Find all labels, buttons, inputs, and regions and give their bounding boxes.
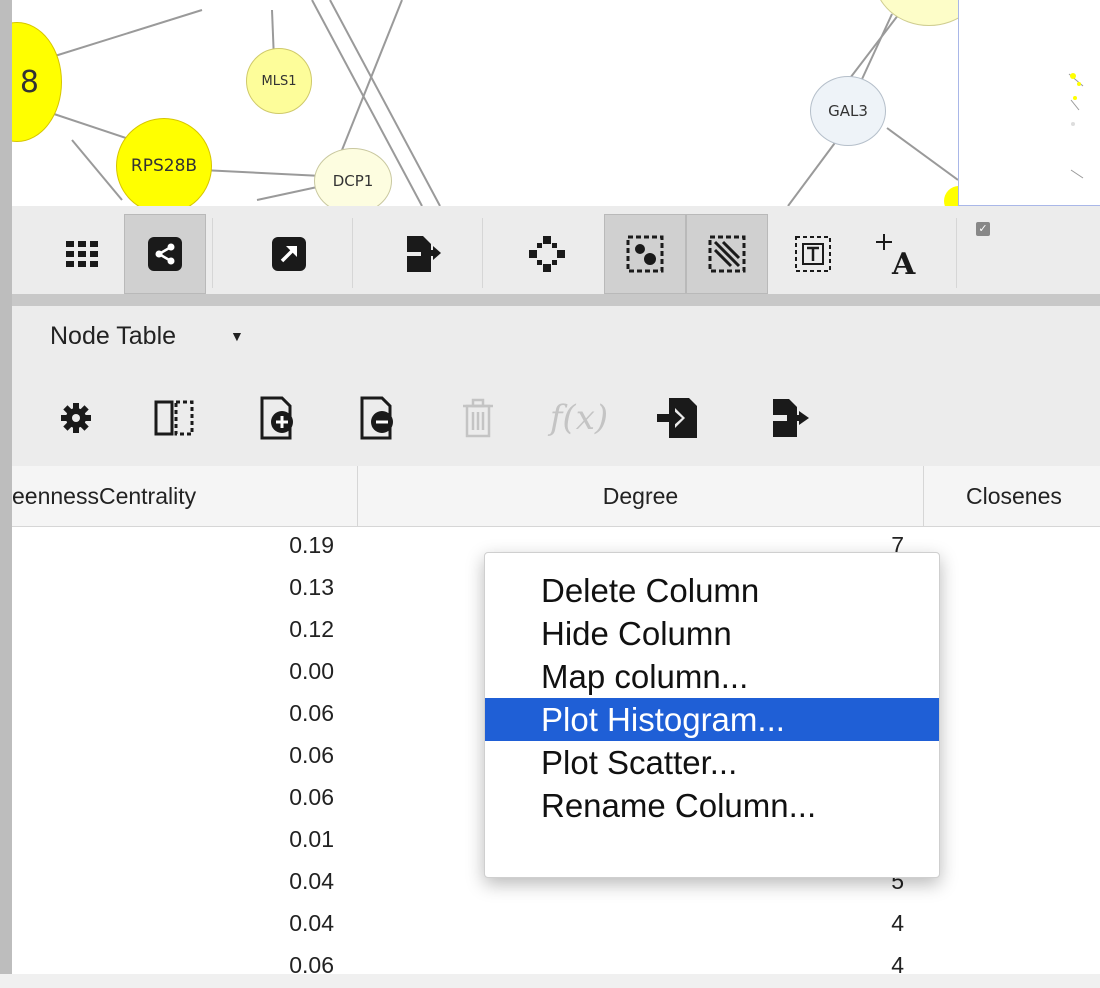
column-header-degree[interactable]: Degree	[358, 466, 924, 526]
network-node[interactable]: MLS1	[246, 48, 312, 114]
table-selector[interactable]: Node Table ▼	[12, 306, 1100, 367]
select-edges-icon	[708, 235, 746, 273]
column-header-closeness[interactable]: Closenes	[924, 466, 1100, 526]
export-table-button[interactable]	[764, 392, 816, 444]
overview-checkbox[interactable]: ✓	[976, 222, 990, 236]
move-text-button[interactable]: A	[856, 214, 938, 294]
column-header-betweenness[interactable]: eennessCentrality	[12, 466, 358, 526]
import-table-button[interactable]	[652, 392, 704, 444]
function-icon: f(x)	[549, 398, 609, 438]
toolbar-separator	[956, 218, 957, 288]
gear-icon	[61, 403, 91, 433]
toolbar-separator	[482, 218, 483, 288]
column-context-menu: Delete Column Hide Column Map column... …	[484, 552, 940, 878]
select-nodes-button[interactable]	[604, 214, 686, 294]
menu-item-rename-column[interactable]: Rename Column...	[485, 784, 939, 827]
layout-button[interactable]	[506, 214, 588, 294]
open-external-icon	[272, 237, 306, 271]
export-icon	[773, 399, 809, 437]
table-header: eennessCentrality Degree Closenes	[12, 466, 1100, 527]
panel-divider[interactable]	[12, 294, 1100, 306]
diamond-layout-icon	[529, 236, 565, 272]
annotation-text-icon	[795, 236, 831, 272]
open-external-button[interactable]	[248, 214, 330, 294]
remove-column-icon	[360, 396, 393, 440]
chevron-down-icon: ▼	[230, 328, 244, 344]
show-columns-button[interactable]	[148, 392, 200, 444]
toolbar-separator	[212, 218, 213, 288]
network-node[interactable]: DCP1	[314, 148, 392, 206]
move-text-icon: A	[876, 234, 916, 276]
table-toolbar: f(x)	[12, 366, 1100, 467]
share-network-button[interactable]	[124, 214, 206, 294]
add-column-icon	[260, 396, 293, 440]
network-node[interactable]: GAL3	[810, 76, 886, 146]
network-toolbar: A	[12, 206, 1100, 295]
grid-button[interactable]	[42, 214, 124, 294]
table-row[interactable]: 0.06 4	[12, 946, 1100, 988]
table-title: Node Table	[50, 322, 177, 350]
annotation-text-button[interactable]	[772, 214, 854, 294]
grid-icon	[66, 241, 98, 267]
select-nodes-icon	[626, 235, 664, 273]
menu-item-map-column[interactable]: Map column...	[485, 655, 939, 698]
select-edges-button[interactable]	[686, 214, 768, 294]
function-builder-button[interactable]: f(x)	[534, 392, 624, 444]
network-canvas[interactable]: 8 MLS1 RPS28B DCP1 GAL3	[12, 0, 958, 206]
network-overview-panel[interactable]	[958, 0, 1100, 206]
trash-icon	[463, 398, 493, 438]
export-icon	[407, 236, 441, 272]
share-network-icon	[148, 237, 182, 271]
overview-thumbnail	[1068, 73, 1084, 179]
add-column-button[interactable]	[252, 392, 304, 444]
remove-column-button[interactable]	[352, 392, 404, 444]
export-network-button[interactable]	[382, 214, 464, 294]
svg-text:A: A	[891, 247, 916, 276]
settings-button[interactable]	[50, 392, 102, 444]
menu-item-plot-scatter[interactable]: Plot Scatter...	[485, 741, 939, 784]
network-node[interactable]: RPS28B	[116, 118, 212, 206]
table-row[interactable]: 0.04 4	[12, 904, 1100, 946]
menu-item-hide-column[interactable]: Hide Column	[485, 612, 939, 655]
menu-item-plot-histogram[interactable]: Plot Histogram...	[485, 698, 939, 741]
columns-icon	[154, 400, 194, 436]
toolbar-separator	[352, 218, 353, 288]
import-icon	[657, 398, 697, 438]
delete-rows-button[interactable]	[452, 392, 504, 444]
menu-item-delete-column[interactable]: Delete Column	[485, 569, 939, 612]
left-edge	[0, 0, 12, 974]
